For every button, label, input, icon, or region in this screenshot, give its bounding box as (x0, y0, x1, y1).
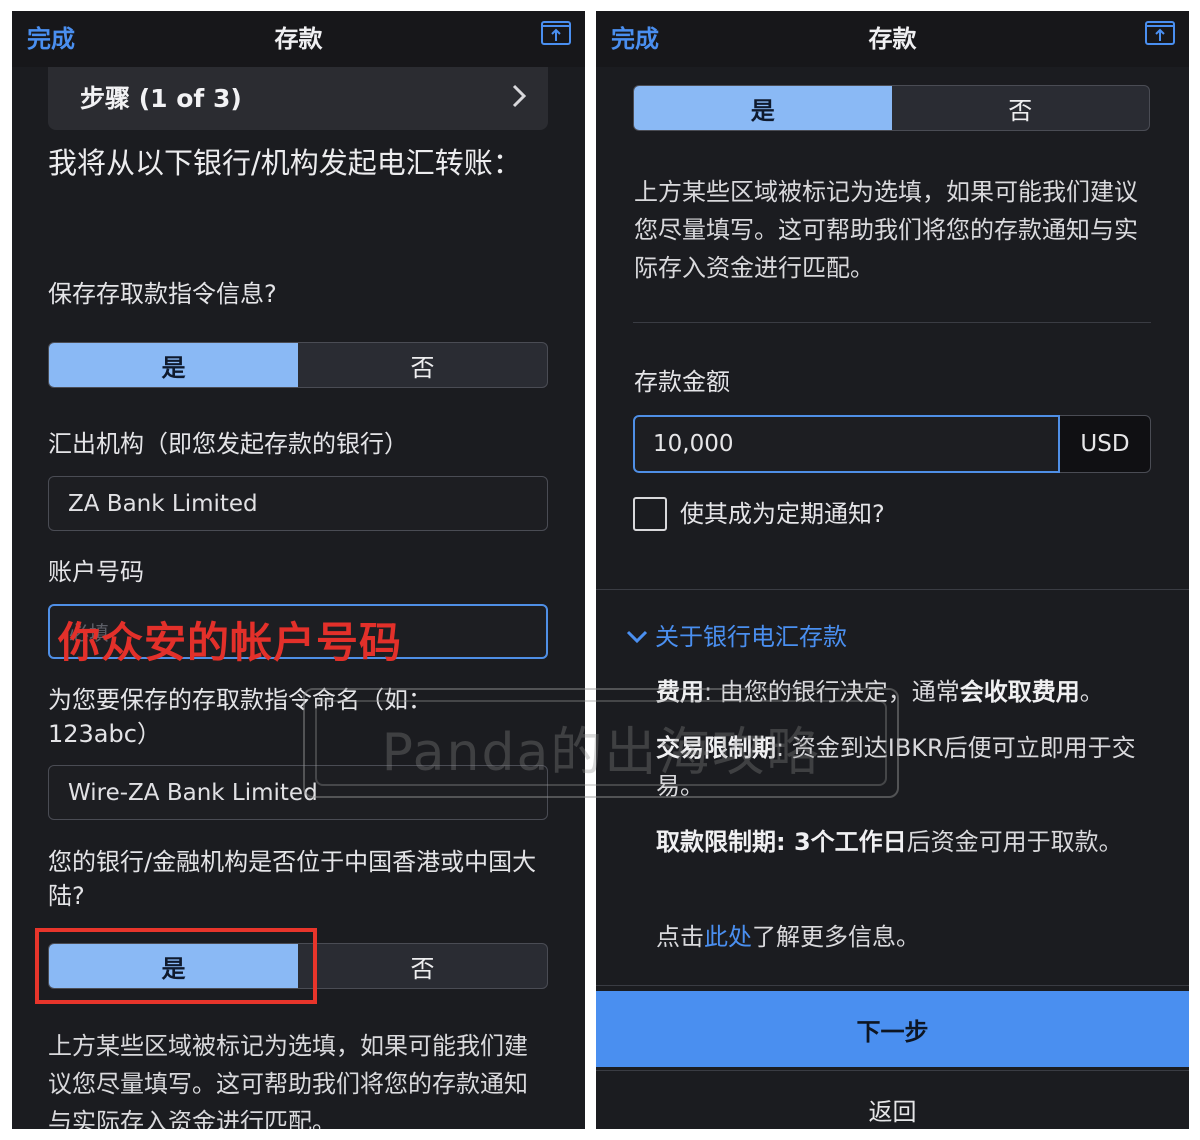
withdraw-text: 后资金可用于取款。 (906, 828, 1123, 856)
form-content: 是 否 上方某些区域被标记为选填，如果可能我们建议您尽量填写。这可帮助我们将您的… (596, 67, 1189, 1129)
amount-label: 存款金额 (634, 368, 730, 396)
account-annotation: 你众安的帐户号码 (58, 618, 403, 667)
step-label: 步骤 (1 of 3) (80, 84, 242, 113)
learn-more-suffix: 了解更多信息。 (752, 923, 920, 951)
amount-input[interactable]: 10,000 (633, 415, 1060, 473)
withdraw-period: : 3个工作日 (776, 828, 907, 856)
back-button[interactable]: 返回 (596, 1074, 1189, 1129)
institution-field[interactable]: ZA Bank Limited (48, 476, 548, 531)
fee-end: 。 (1079, 678, 1104, 706)
currency-selector[interactable]: USD (1060, 415, 1151, 473)
withdraw-restriction-info: 取款限制期: 3个工作日后资金可用于取款。 (656, 823, 1126, 861)
watermark-text: Panda的出海攻略 (381, 723, 821, 783)
form-content: 步骤 (1 of 3) 我将从以下银行/机构发起电汇转账： 保存存取款指令信息?… (12, 67, 585, 1129)
share-icon[interactable] (541, 19, 571, 47)
no-option[interactable]: 否 (892, 86, 1150, 130)
page-title: 存款 (274, 25, 323, 53)
about-wire-toggle[interactable]: 关于银行电汇存款 (626, 620, 847, 654)
location-toggle: 是 否 (633, 85, 1150, 131)
bank-location-question: 您的银行/金融机构是否位于中国香港或中国大陆? (48, 848, 537, 910)
form-heading: 我将从以下银行/机构发起电汇转账： (48, 146, 522, 180)
divider (633, 322, 1151, 323)
learn-more-link[interactable]: 此处 (704, 923, 752, 951)
highlight-box (35, 928, 317, 1004)
share-icon[interactable] (1145, 19, 1175, 47)
optional-fields-note: 上方某些区域被标记为选填，如果可能我们建议您尽量填写。这可帮助我们将您的存款通知… (48, 1032, 528, 1129)
chevron-right-icon (512, 84, 526, 108)
next-button[interactable]: 下一步 (596, 991, 1189, 1067)
recurring-label: 使其成为定期通知? (680, 500, 885, 528)
page-title: 存款 (868, 25, 917, 53)
location-no-option[interactable]: 否 (298, 944, 547, 988)
save-instructions-toggle: 是 否 (48, 342, 548, 388)
save-no-option[interactable]: 否 (298, 343, 547, 387)
chevron-down-icon (626, 630, 648, 644)
divider (596, 985, 1189, 986)
about-wire-title: 关于银行电汇存款 (655, 623, 847, 651)
divider (596, 1070, 1189, 1071)
learn-more-prefix: 点击 (656, 923, 704, 951)
recurring-checkbox[interactable] (633, 497, 667, 531)
right-screen: 完成 存款 是 否 上方某些区域被标记为选填，如果可能我们建议您尽量填写。这可帮… (596, 11, 1189, 1129)
left-screen: 完成 存款 步骤 (1 of 3) 我将从以下银行/机构发起电汇转账： 保存存取… (12, 11, 585, 1129)
step-indicator[interactable]: 步骤 (1 of 3) (48, 67, 548, 130)
optional-fields-note: 上方某些区域被标记为选填，如果可能我们建议您尽量填写。这可帮助我们将您的存款通知… (634, 178, 1138, 282)
top-bar: 完成 存款 (12, 11, 585, 67)
divider (596, 589, 1189, 590)
fee-bold: 会收取费用 (959, 678, 1080, 706)
save-instructions-question: 保存存取款指令信息? (48, 280, 277, 308)
yes-option[interactable]: 是 (634, 86, 892, 130)
learn-more: 点击此处了解更多信息。 (656, 918, 1156, 956)
institution-label: 汇出机构（即您发起存款的银行） (48, 430, 408, 458)
watermark: Panda的出海攻略 (303, 688, 899, 798)
top-bar: 完成 存款 (596, 11, 1189, 67)
withdraw-label: 取款限制期 (656, 828, 776, 856)
save-yes-option[interactable]: 是 (49, 343, 298, 387)
account-number-label: 账户号码 (48, 558, 144, 586)
